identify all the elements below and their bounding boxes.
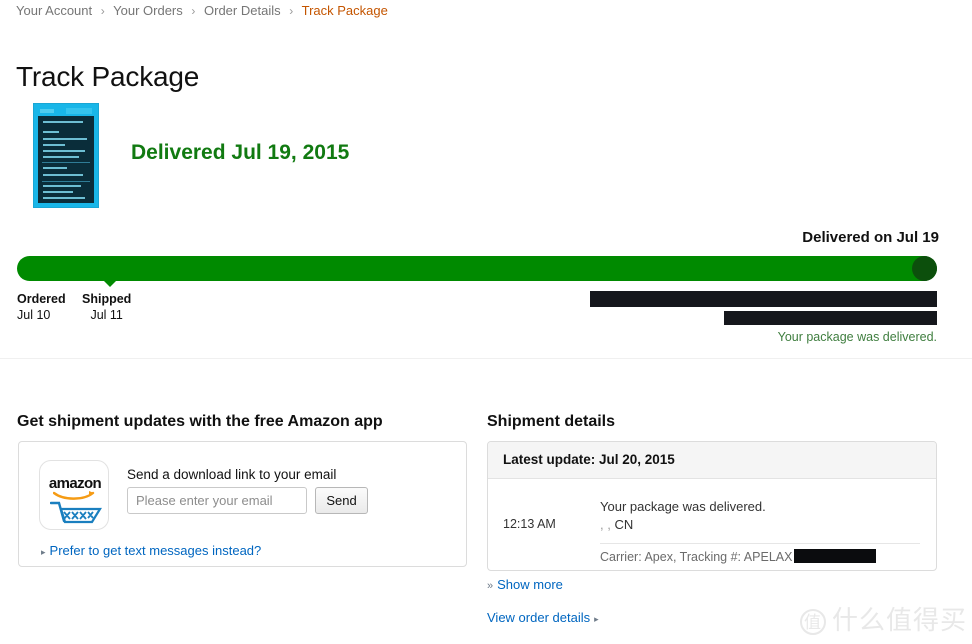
note-rule bbox=[42, 162, 90, 163]
breadcrumb: Your Account › Your Orders › Order Detai… bbox=[16, 3, 388, 18]
delivered-on-label: Delivered on Jul 19 bbox=[802, 229, 939, 246]
section-divider bbox=[0, 358, 972, 359]
send-button[interactable]: Send bbox=[315, 487, 368, 514]
note-line bbox=[43, 167, 67, 169]
tablet-topbar bbox=[38, 107, 94, 116]
progress-end-dot-icon bbox=[912, 256, 937, 281]
prefer-text-messages-label: Prefer to get text messages instead? bbox=[49, 543, 262, 558]
tablet-topbar-right-chip bbox=[66, 108, 92, 114]
breadcrumb-item-your-orders[interactable]: Your Orders bbox=[113, 3, 183, 18]
product-screen-image bbox=[38, 107, 94, 203]
view-order-details-label: View order details bbox=[487, 610, 591, 625]
milestone-shipped-date: Jul 11 bbox=[90, 308, 123, 322]
delivered-heading: Delivered Jul 19, 2015 bbox=[131, 141, 350, 164]
note-line bbox=[43, 138, 87, 140]
show-more-link[interactable]: » Show more bbox=[487, 577, 563, 592]
product-thumbnail[interactable] bbox=[33, 103, 99, 208]
redacted-tracking-number bbox=[794, 549, 876, 563]
event-separator bbox=[600, 543, 920, 544]
event-location-country: CN bbox=[614, 517, 634, 532]
milestone-shipped-label: Shipped bbox=[82, 292, 132, 306]
note-line bbox=[43, 121, 83, 123]
view-order-details-link[interactable]: View order details ▸ bbox=[487, 610, 599, 625]
note-line bbox=[43, 185, 81, 187]
app-section-heading: Get shipment updates with the free Amazo… bbox=[17, 413, 383, 430]
redacted-address-line-1 bbox=[590, 291, 937, 307]
shipment-details-card: Latest update: Jul 20, 2015 12:13 AM You… bbox=[487, 441, 937, 571]
shipment-details-heading: Shipment details bbox=[487, 413, 616, 430]
watermark-text: 什么值得买 bbox=[832, 606, 968, 636]
event-message: Your package was delivered. bbox=[600, 499, 766, 514]
progress-shipped-notch-icon bbox=[104, 281, 116, 287]
note-line bbox=[43, 174, 83, 176]
note-line bbox=[43, 150, 85, 152]
email-input[interactable] bbox=[127, 487, 307, 514]
breadcrumb-separator-icon: › bbox=[191, 4, 196, 18]
milestone-ordered-label: Ordered bbox=[17, 292, 66, 306]
watermark: 值什么值得买 bbox=[800, 600, 967, 637]
chevron-double-down-icon: » bbox=[487, 580, 494, 592]
milestone-shipped: Shipped Jul 11 bbox=[82, 291, 131, 323]
note-line bbox=[43, 144, 65, 146]
breadcrumb-separator-icon: › bbox=[289, 4, 294, 18]
event-location-prefix: , , bbox=[600, 517, 615, 532]
progress-bar bbox=[17, 256, 937, 281]
amazon-app-card: amazon Send a download link to your emai… bbox=[18, 441, 467, 567]
event-location: , , CN bbox=[600, 517, 633, 532]
caret-right-icon: ▸ bbox=[41, 547, 46, 557]
download-link-label: Send a download link to your email bbox=[127, 467, 337, 482]
page-title: Track Package bbox=[16, 60, 200, 92]
latest-update-header: Latest update: Jul 20, 2015 bbox=[488, 442, 936, 479]
track-package-page: Your Account › Your Orders › Order Detai… bbox=[0, 0, 972, 644]
package-delivered-note: Your package was delivered. bbox=[777, 330, 937, 344]
carrier-tracking-line: Carrier: Apex, Tracking #: APELAX bbox=[600, 550, 793, 564]
milestone-ordered-date: Jul 10 bbox=[17, 308, 51, 322]
breadcrumb-item-track-package[interactable]: Track Package bbox=[302, 3, 388, 18]
shipment-event-row: 12:13 AM Your package was delivered. , ,… bbox=[488, 479, 936, 570]
caret-right-icon: ▸ bbox=[594, 614, 599, 624]
breadcrumb-item-order-details[interactable]: Order Details bbox=[204, 3, 281, 18]
event-time: 12:13 AM bbox=[503, 517, 556, 531]
watermark-badge: 值 bbox=[800, 608, 826, 635]
tablet-topbar-left-chip bbox=[40, 109, 54, 113]
show-more-label: Show more bbox=[497, 577, 563, 592]
note-rule bbox=[42, 181, 90, 182]
note-line bbox=[43, 191, 73, 193]
redacted-address-line-2 bbox=[724, 311, 937, 325]
amazon-app-icon: amazon bbox=[39, 460, 109, 530]
breadcrumb-item-your-account[interactable]: Your Account bbox=[16, 3, 92, 18]
note-line bbox=[43, 156, 79, 158]
shopping-cart-icon bbox=[50, 501, 102, 524]
milestone-ordered: Ordered Jul 10 bbox=[17, 291, 66, 323]
prefer-text-messages-link[interactable]: ▸ Prefer to get text messages instead? bbox=[41, 543, 261, 558]
note-line bbox=[43, 197, 85, 199]
breadcrumb-separator-icon: › bbox=[100, 4, 105, 18]
note-line bbox=[43, 131, 59, 133]
